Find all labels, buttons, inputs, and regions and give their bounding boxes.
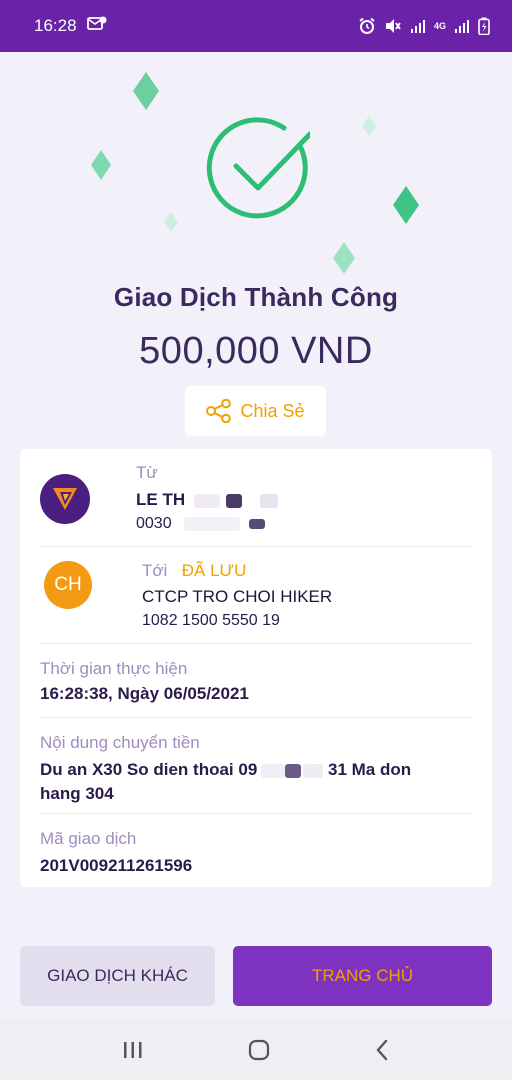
signal-icon-2: [454, 18, 470, 34]
content-line1-prefix: Du an X30 So dien thoai 09: [40, 760, 258, 779]
time-value: 16:28:38, Ngày 06/05/2021: [40, 684, 249, 703]
alarm-icon: [358, 17, 376, 35]
message-icon: [86, 16, 107, 37]
battery-icon: [478, 17, 490, 35]
success-hero: [0, 52, 512, 442]
redacted-text: [193, 493, 220, 508]
result-title: Giao Dịch Thành Công: [113, 282, 399, 312]
from-label: Từ: [136, 463, 158, 482]
sparkle-icon: [362, 116, 376, 136]
redacted-text: [260, 493, 279, 508]
status-bar: 16:28 4G: [0, 0, 512, 52]
redacted-text: [261, 763, 286, 778]
result-amount: 500,000 VND: [139, 330, 373, 372]
redacted-text: [248, 518, 265, 529]
to-account-number: 1082 1500 5550 19: [142, 612, 280, 629]
home-button[interactable]: TRANG CHỦ: [233, 946, 492, 1006]
share-icon: [206, 399, 232, 423]
transaction-id-label: Mã giao dịch: [40, 829, 137, 848]
content-line1-suffix: 31 Ma don: [328, 760, 412, 779]
share-label: Chia Sẻ: [240, 400, 305, 421]
sparkle-icon: [164, 212, 178, 232]
to-name: CTCP TRO CHOI HIKER: [142, 587, 333, 606]
recipient-avatar: CH: [44, 561, 92, 609]
redacted-text: [184, 516, 241, 531]
time-label: Thời gian thực hiện: [40, 659, 188, 678]
to-label: Tới: [142, 561, 168, 580]
transaction-detail-card: Từ LE TH 0030 CH Tới ĐÃ LƯU CTCP TRO CHO…: [20, 449, 492, 887]
redacted-text: [226, 493, 243, 508]
content-row: Nội dung chuyển tiền Du an X30 So dien t…: [40, 718, 472, 814]
other-transaction-button[interactable]: GIAO DỊCH KHÁC: [20, 946, 215, 1006]
sparkle-icon: [91, 150, 111, 180]
transaction-id-row: Mã giao dịch 201V009211261596: [40, 814, 472, 887]
recent-apps-icon[interactable]: [122, 1040, 144, 1060]
share-button[interactable]: Chia Sẻ: [185, 386, 326, 436]
from-name: LE TH: [136, 490, 186, 509]
sparkle-icon: [333, 242, 355, 274]
time-row: Thời gian thực hiện 16:28:38, Ngày 06/05…: [40, 644, 472, 718]
bank-logo-icon: [40, 474, 90, 524]
status-time: 16:28: [34, 16, 77, 35]
success-check-icon: [206, 117, 310, 219]
system-nav-bar: [0, 1020, 512, 1080]
sparkle-icon: [393, 186, 419, 224]
saved-badge: ĐÃ LƯU: [181, 561, 247, 580]
content-line2: hang 304: [40, 784, 114, 803]
network-type-icon: 4G: [433, 20, 446, 31]
signal-icon: [410, 18, 426, 34]
redacted-text: [303, 763, 324, 778]
to-account-row: CH Tới ĐÃ LƯU CTCP TRO CHOI HIKER 1082 1…: [40, 547, 472, 644]
home-icon[interactable]: [248, 1039, 270, 1061]
from-account-row: Từ LE TH 0030: [40, 449, 472, 547]
back-icon[interactable]: [374, 1039, 390, 1061]
redacted-text: [285, 763, 302, 778]
content-label: Nội dung chuyển tiền: [40, 733, 200, 752]
transaction-id-value: 201V009211261596: [40, 856, 193, 875]
mute-icon: [384, 17, 402, 35]
from-account-number: 0030: [136, 515, 172, 532]
sparkle-icon: [133, 72, 159, 110]
